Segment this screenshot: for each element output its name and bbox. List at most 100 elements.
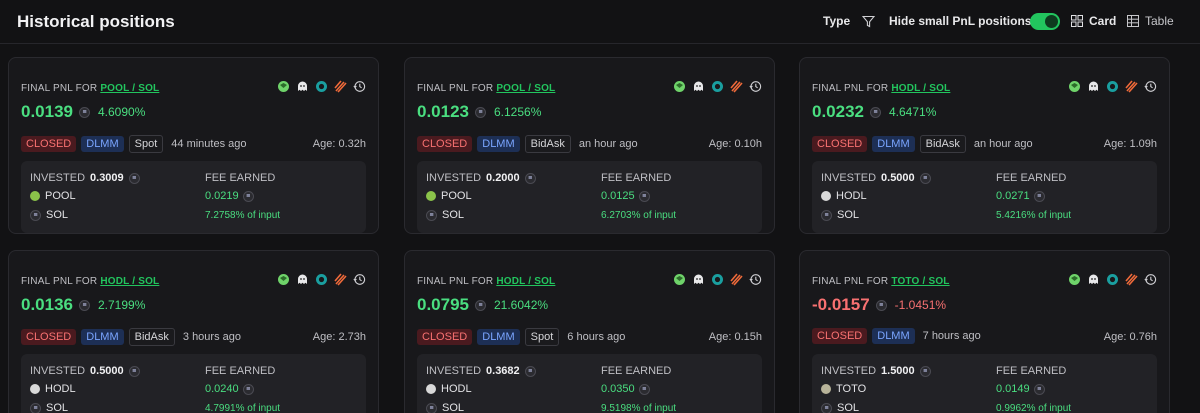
flame-icon[interactable]: [334, 273, 347, 286]
protocol-badge: DLMM: [477, 136, 520, 152]
pnl-amount: 0.0232: [812, 102, 864, 121]
jupiter-icon[interactable]: [277, 80, 290, 93]
pnl-amount: 0.0139: [21, 102, 73, 121]
flame-icon[interactable]: [334, 80, 347, 93]
token-name: TOTO: [836, 383, 867, 395]
ghost-icon[interactable]: [692, 273, 705, 286]
card-icons: [1068, 80, 1157, 93]
jupiter-icon[interactable]: [277, 273, 290, 286]
meteora-icon[interactable]: [1106, 80, 1119, 93]
invested-row: INVESTED 0.5000 ≡: [821, 172, 931, 184]
time-ago: 3 hours ago: [182, 331, 241, 343]
fee-amount: 0.0125: [601, 190, 635, 202]
pnl-percent: 4.6471%: [889, 105, 937, 119]
history-icon[interactable]: [353, 80, 366, 93]
toggle-knob: [1045, 15, 1058, 28]
jupiter-icon[interactable]: [673, 80, 686, 93]
age-value: Age: 0.10h: [708, 138, 762, 150]
flame-icon[interactable]: [1125, 80, 1138, 93]
sol-icon: ≡: [30, 209, 41, 221]
filter-icon: [862, 15, 876, 27]
type-filter-button[interactable]: Type: [823, 14, 876, 28]
ghost-icon[interactable]: [1087, 273, 1100, 286]
card-tags: CLOSED DLMM Spot 44 minutes ago: [21, 135, 247, 153]
age-value: Age: 1.09h: [1103, 138, 1157, 150]
position-card[interactable]: FINAL PNL FOR POOL / SOL 0.0139 ≡ 4.6090% …: [8, 57, 379, 234]
invested-label: INVESTED: [30, 365, 86, 377]
meteora-icon[interactable]: [711, 273, 724, 286]
sol-icon: ≡: [1033, 383, 1045, 395]
pair-link[interactable]: HODL / SOL: [496, 276, 555, 287]
fee-amount: 0.0271: [996, 190, 1030, 202]
sol-icon: ≡: [875, 299, 887, 311]
fee-earned-label: FEE EARNED: [996, 365, 1067, 377]
protocol-badge: DLMM: [81, 136, 124, 152]
view-card-label: Card: [1089, 14, 1117, 28]
flame-icon[interactable]: [1125, 273, 1138, 286]
invested-label: INVESTED: [821, 365, 877, 377]
card-title-prefix: FINAL PNL FOR: [21, 276, 98, 287]
view-table-button[interactable]: Table: [1127, 14, 1174, 28]
meteora-icon[interactable]: [315, 273, 328, 286]
invested-label: INVESTED: [426, 365, 482, 377]
invested-amount: 0.2000: [486, 172, 520, 184]
pair-link[interactable]: TOTO / SOL: [891, 276, 949, 287]
strategy-badge: BidAsk: [128, 328, 175, 346]
ghost-icon[interactable]: [1087, 80, 1100, 93]
history-icon[interactable]: [1144, 273, 1157, 286]
invested-amount: 0.3009: [90, 172, 124, 184]
time-ago: 44 minutes ago: [171, 138, 247, 150]
history-icon[interactable]: [1144, 80, 1157, 93]
pnl-amount: 0.0136: [21, 295, 73, 314]
sol-icon: ≡: [524, 365, 536, 377]
status-badge: CLOSED: [21, 136, 77, 152]
fee-earned-label: FEE EARNED: [205, 365, 276, 377]
time-ago: 7 hours ago: [922, 330, 981, 342]
history-icon[interactable]: [353, 273, 366, 286]
card-title-prefix: FINAL PNL FOR: [812, 276, 889, 287]
meteora-icon[interactable]: [1106, 273, 1119, 286]
jupiter-icon[interactable]: [1068, 80, 1081, 93]
card-tags: CLOSED DLMM BidAsk 3 hours ago: [21, 328, 241, 346]
hide-small-pnl-toggle[interactable]: [1030, 13, 1060, 30]
pool-token-icon: [30, 191, 40, 201]
sol-icon: ≡: [638, 190, 650, 202]
ghost-icon[interactable]: [296, 80, 309, 93]
meteora-icon[interactable]: [315, 80, 328, 93]
position-card[interactable]: FINAL PNL FOR TOTO / SOL -0.0157 ≡ -1.0451…: [799, 250, 1170, 413]
invested-row: INVESTED 0.3682 ≡: [426, 365, 536, 377]
ghost-icon[interactable]: [296, 273, 309, 286]
history-icon[interactable]: [749, 273, 762, 286]
card-title-prefix: FINAL PNL FOR: [417, 83, 494, 94]
jupiter-icon[interactable]: [673, 273, 686, 286]
pair-link[interactable]: POOL / SOL: [496, 83, 555, 94]
meteora-icon[interactable]: [711, 80, 724, 93]
position-card[interactable]: FINAL PNL FOR HODL / SOL 0.0795 ≡ 21.6042%…: [404, 250, 775, 413]
pair-link[interactable]: HODL / SOL: [100, 276, 159, 287]
token-row: HODL: [821, 190, 867, 202]
pair-link[interactable]: HODL / SOL: [891, 83, 950, 94]
position-details: INVESTED 0.2000 ≡ FEE EARNED POOL ≡ SOL 0.0…: [417, 161, 762, 233]
ghost-icon[interactable]: [692, 80, 705, 93]
quote-name: SOL: [46, 209, 69, 221]
view-table-label: Table: [1145, 14, 1174, 28]
position-card[interactable]: FINAL PNL FOR HODL / SOL 0.0232 ≡ 4.6471% …: [799, 57, 1170, 234]
fee-percent: 6.2703% of input: [601, 210, 677, 221]
pair-link[interactable]: POOL / SOL: [100, 83, 159, 94]
time-ago: an hour ago: [578, 138, 638, 150]
card-title: FINAL PNL FOR HODL / SOL: [21, 276, 159, 287]
pnl-value: 0.0123 ≡ 6.1256%: [417, 102, 541, 122]
view-card-button[interactable]: Card: [1071, 14, 1116, 28]
token-row: POOL: [426, 190, 472, 202]
jupiter-icon[interactable]: [1068, 273, 1081, 286]
flame-icon[interactable]: [730, 273, 743, 286]
pnl-value: -0.0157 ≡ -1.0451%: [812, 295, 946, 315]
status-badge: CLOSED: [812, 328, 868, 344]
position-card[interactable]: FINAL PNL FOR HODL / SOL 0.0136 ≡ 2.7199% …: [8, 250, 379, 413]
token-row: TOTO: [821, 383, 866, 395]
flame-icon[interactable]: [730, 80, 743, 93]
fee-earned-label: FEE EARNED: [601, 365, 672, 377]
history-icon[interactable]: [749, 80, 762, 93]
hide-small-pnl-control: Hide small PnL positions: [889, 14, 1049, 28]
position-card[interactable]: FINAL PNL FOR POOL / SOL 0.0123 ≡ 6.1256% …: [404, 57, 775, 234]
